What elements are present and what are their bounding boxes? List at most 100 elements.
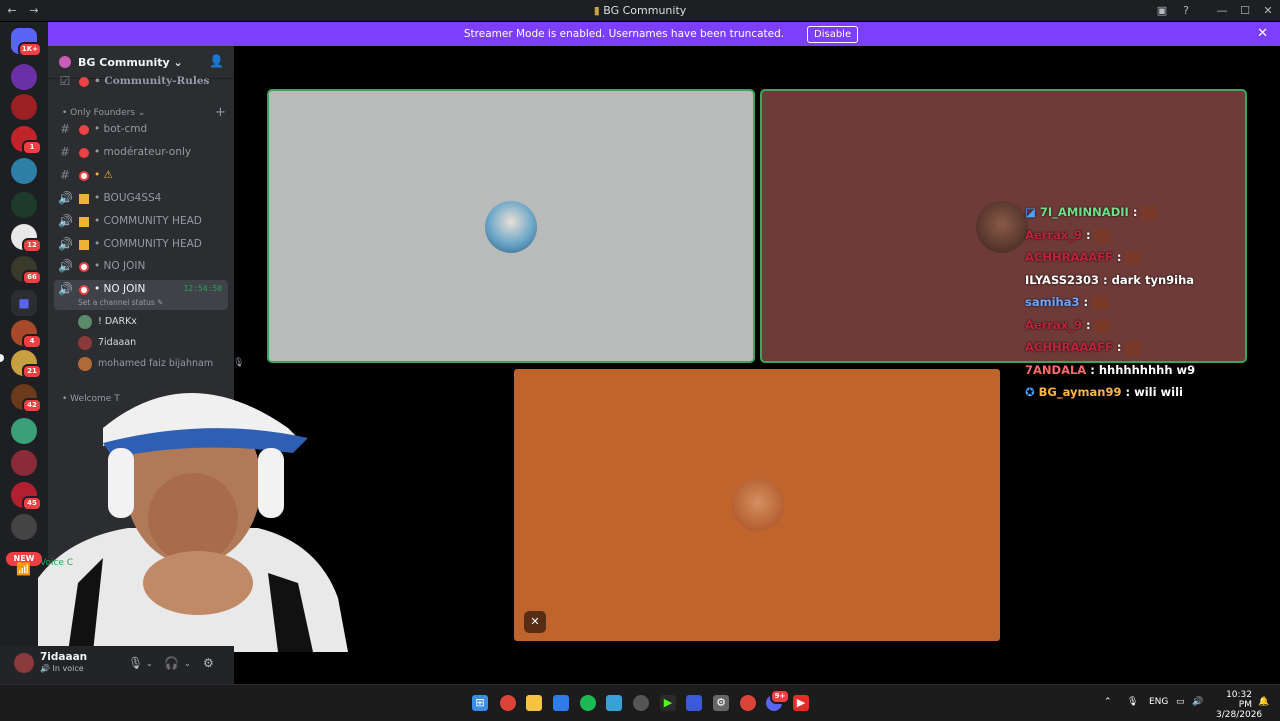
guild-name[interactable]: BG Community ⌄ bbox=[78, 56, 183, 69]
verified-badge-icon: ✪ bbox=[1025, 385, 1035, 399]
tray-mic-icon[interactable]: 🎙 bbox=[1127, 697, 1138, 707]
chat-line: ACHHRAAAFF : bbox=[1025, 340, 1142, 355]
username[interactable]: 7idaaan bbox=[40, 651, 87, 663]
add-channel-icon[interactable]: + bbox=[215, 105, 226, 120]
home-discord-icon[interactable]: 1K+ bbox=[11, 28, 42, 57]
kick-icon[interactable]: ▶ bbox=[660, 695, 676, 711]
server-badge: 66 bbox=[22, 270, 42, 285]
notepad-icon[interactable] bbox=[553, 695, 569, 711]
video-tile[interactable] bbox=[762, 91, 1245, 361]
headphones-icon[interactable]: 🎧 bbox=[164, 656, 179, 670]
server-icon[interactable]: 12 bbox=[11, 224, 42, 253]
clock-time: 10:32 PM bbox=[1226, 690, 1252, 710]
chat-line: Aerrax_9 : bbox=[1025, 318, 1111, 333]
participant-avatar bbox=[976, 201, 1028, 253]
channel-label: • NO JOIN bbox=[94, 260, 146, 272]
maximize-icon[interactable]: ☐ bbox=[1237, 3, 1253, 19]
voice-channel-active-icon: 🔊 bbox=[58, 282, 73, 296]
invite-people-icon[interactable]: 👤 bbox=[209, 54, 224, 68]
emote-icon bbox=[1092, 295, 1109, 310]
settings-gear-icon[interactable]: ⚙ bbox=[203, 656, 214, 670]
help-icon[interactable]: ? bbox=[1178, 3, 1194, 19]
mod-badge-icon: ◪ bbox=[1025, 205, 1036, 219]
avatar[interactable] bbox=[14, 653, 34, 673]
server-icon[interactable]: 4 bbox=[11, 320, 42, 349]
no-entry-emoji-icon bbox=[79, 125, 89, 135]
mic-options-chevron-icon[interactable]: ⌄ bbox=[146, 659, 153, 668]
channel-community-rules[interactable]: ☑ • Community-Rules bbox=[54, 72, 228, 92]
set-channel-status[interactable]: Set a channel status ✎ bbox=[78, 298, 163, 307]
network-icon[interactable]: ▭ bbox=[1176, 697, 1185, 707]
server-badge: 4 bbox=[22, 334, 42, 349]
participant-avatar bbox=[485, 201, 537, 253]
emote-icon bbox=[1094, 228, 1111, 243]
server-icon[interactable] bbox=[11, 192, 37, 218]
emote-icon bbox=[1141, 205, 1158, 220]
channel-label: • COMMUNITY HEAD bbox=[94, 238, 202, 250]
voice-connected-label: Voice C bbox=[40, 558, 74, 568]
volume-icon[interactable]: 🔊 bbox=[1192, 697, 1203, 707]
server-icon[interactable] bbox=[11, 94, 37, 120]
channel-community-head[interactable]: 🔊 • COMMUNITY HEAD bbox=[54, 212, 228, 232]
user-panel: 7idaaan 🔊 In voice 🎙 ⌄ 🎧 ⌄ ⚙ bbox=[0, 646, 234, 684]
text-channel-icon: # bbox=[59, 122, 71, 136]
emote-icon bbox=[1125, 250, 1142, 265]
channel-label: • ⚠ bbox=[94, 169, 113, 181]
channel-label: • bot-cmd bbox=[94, 123, 148, 135]
tray-chevron-icon[interactable]: ⌃ bbox=[1104, 697, 1112, 707]
photos-icon[interactable] bbox=[606, 695, 622, 711]
channel-label: • Community-Rules bbox=[94, 75, 210, 87]
channel-no-join-active[interactable]: 🔊 • NO JOIN 12:54:50 Set a channel statu… bbox=[54, 280, 228, 310]
streamer-mode-banner: Streamer Mode is enabled. Usernames have… bbox=[48, 22, 1280, 46]
minimize-icon[interactable]: — bbox=[1214, 3, 1230, 19]
mic-icon[interactable]: 🎙 bbox=[128, 656, 143, 670]
channel-boug4ss4[interactable]: 🔊 • BOUG4SS4 bbox=[54, 189, 228, 209]
channel-bot-cmd[interactable]: # • bot-cmd bbox=[54, 120, 228, 140]
streamer-webcam bbox=[8, 368, 356, 652]
channel-warning[interactable]: # • ⚠ bbox=[54, 166, 228, 186]
app-icon[interactable] bbox=[686, 695, 702, 711]
folder-icon[interactable]: ■ bbox=[11, 290, 37, 316]
disable-streamer-button[interactable]: Disable bbox=[807, 26, 859, 43]
banner-message: Streamer Mode is enabled. Usernames have… bbox=[463, 28, 785, 40]
voice-user-name: 7idaaan bbox=[98, 337, 137, 348]
video-tile[interactable]: ✕ bbox=[514, 369, 1000, 641]
server-icon[interactable]: 1 bbox=[11, 126, 42, 155]
avatar bbox=[78, 336, 92, 350]
avatar bbox=[78, 315, 92, 329]
voice-channel-icon: 🔊 bbox=[58, 237, 73, 251]
channel-no-join[interactable]: 🔊 • NO JOIN bbox=[54, 257, 228, 277]
language-indicator[interactable]: ENG bbox=[1149, 697, 1168, 707]
audio-options-chevron-icon[interactable]: ⌄ bbox=[184, 659, 191, 668]
youtube-icon[interactable]: ▶ bbox=[793, 695, 809, 711]
chrome-active-icon[interactable] bbox=[740, 695, 756, 711]
notification-icon[interactable]: 🔔 bbox=[1258, 697, 1269, 707]
start-windows-icon[interactable]: ⊞ bbox=[472, 695, 488, 711]
discord-icon[interactable]: 9+ bbox=[766, 689, 790, 711]
channel-moderateur-only[interactable]: # • modérateur-only bbox=[54, 143, 228, 163]
signal-icon: 📶 bbox=[16, 562, 31, 576]
clock-app-icon[interactable] bbox=[633, 695, 649, 711]
server-icon[interactable] bbox=[11, 158, 37, 184]
settings-app-icon[interactable]: ⚙ bbox=[713, 695, 729, 711]
video-tile[interactable] bbox=[269, 91, 753, 361]
chat-line: ACHHRAAAFF : bbox=[1025, 250, 1142, 265]
unread-pip bbox=[0, 354, 4, 362]
file-explorer-icon[interactable] bbox=[526, 695, 542, 711]
spotify-icon[interactable] bbox=[580, 695, 596, 711]
banner-close-icon[interactable]: ✕ bbox=[1257, 26, 1268, 41]
server-icon[interactable] bbox=[11, 64, 37, 90]
inbox-icon[interactable]: ▣ bbox=[1154, 3, 1170, 19]
home-badge: 1K+ bbox=[17, 42, 42, 57]
chat-line: ILYASS2303 : dark tyn9iha bbox=[1025, 273, 1195, 287]
clock[interactable]: 10:32 PM 3/28/2026 bbox=[1216, 690, 1262, 720]
server-icon[interactable]: 66 bbox=[11, 256, 42, 285]
window-close-icon[interactable]: ✕ bbox=[1260, 3, 1276, 19]
category-only-founders[interactable]: • Only Founders ⌄ + bbox=[62, 105, 226, 120]
warning-emoji-icon bbox=[79, 194, 89, 204]
voice-channel-icon: 🔊 bbox=[58, 259, 73, 273]
channel-community-head-2[interactable]: 🔊 • COMMUNITY HEAD bbox=[54, 235, 228, 255]
rules-checkbox-icon: ☑ bbox=[59, 74, 71, 88]
chrome-icon[interactable] bbox=[500, 695, 516, 711]
window-title-text: BG Community bbox=[603, 4, 687, 17]
